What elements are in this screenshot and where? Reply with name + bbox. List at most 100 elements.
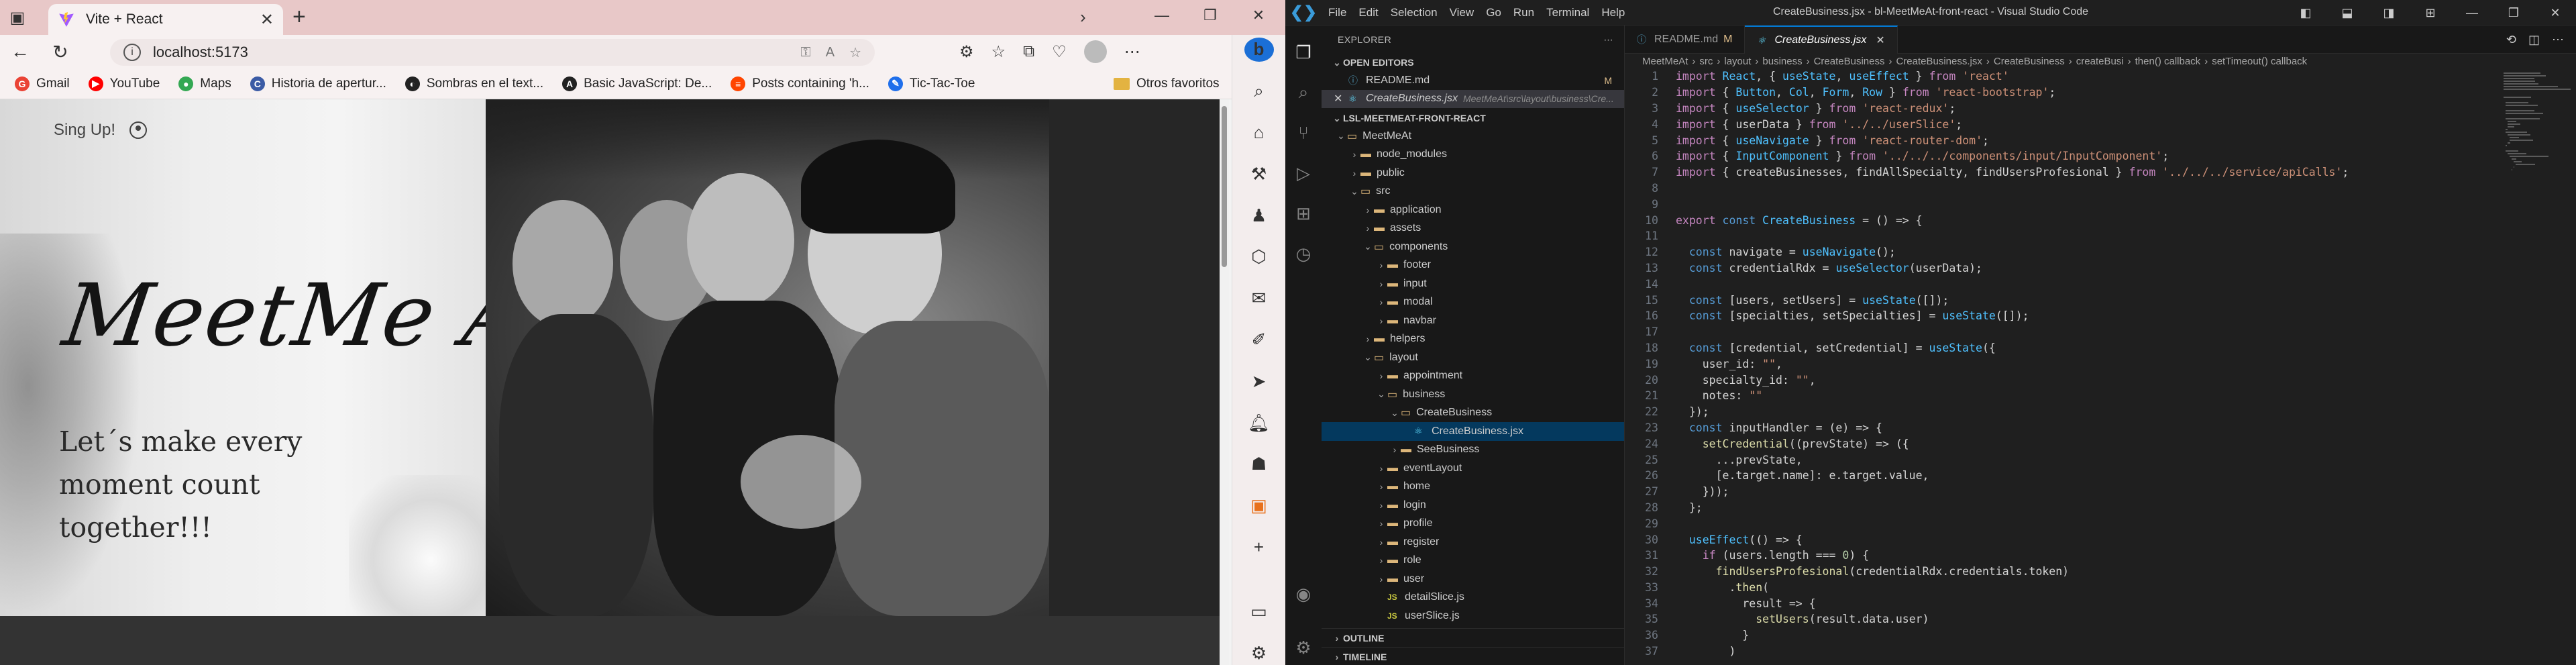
open-changes-icon[interactable]: ⟲ [2506, 33, 2516, 47]
menu-item[interactable]: Run [1513, 6, 1534, 19]
copilot-icon[interactable]: b [1244, 38, 1274, 62]
code-line[interactable]: 6 import { InputComponent } from '../../.… [1625, 148, 2497, 164]
code-line[interactable]: 8 [1625, 181, 2497, 197]
signup-link[interactable]: Sing Up! [54, 121, 115, 140]
read-aloud-icon[interactable]: A [826, 45, 835, 60]
bookmark-item[interactable]: C Historia de apertur... [250, 76, 386, 91]
profile-avatar[interactable] [1083, 40, 1107, 63]
breadcrumb-item[interactable]: business [1762, 56, 1802, 67]
address-bar[interactable]: i localhost:5173 ⚿ A ☆ [110, 39, 875, 66]
more-menu-icon[interactable]: ⋯ [1124, 42, 1140, 62]
breadcrumb-item[interactable]: createBusi [2076, 56, 2124, 67]
page-scrollbar[interactable] [1220, 99, 1229, 665]
tab-createbusiness[interactable]: ⚛ CreateBusiness.jsx ✕ [1745, 25, 1898, 54]
run-debug-icon[interactable]: ▷ [1297, 160, 1310, 187]
add-favorite-icon[interactable]: ☆ [849, 44, 861, 61]
close-window-icon[interactable]: ✕ [2534, 6, 2576, 20]
tree-folder[interactable]: › ▬ appointment [1322, 367, 1624, 386]
close-editor-icon[interactable]: ✕ [1334, 92, 1348, 105]
bookmark-item[interactable]: ▶ YouTube [88, 76, 160, 91]
search-icon[interactable]: ⌕ [1254, 79, 1264, 103]
code-line[interactable]: 14 [1625, 276, 2497, 292]
favorites-icon[interactable]: ☆ [991, 42, 1006, 62]
code-line[interactable]: 32 findUsersProfesional(credentialRdx.cr… [1625, 564, 2497, 580]
bookmark-item[interactable]: ● Maps [178, 76, 231, 91]
breadcrumb-item[interactable]: CreateBusiness [1814, 56, 1885, 67]
code-line[interactable]: 18 const [credential, setCredential] = u… [1625, 340, 2497, 356]
breadcrumb-item[interactable]: src [1699, 56, 1713, 67]
toggle-panel-icon[interactable]: ⬓ [2326, 6, 2368, 20]
browser-tab[interactable]: Vite + React ✕ [48, 4, 283, 35]
code-line[interactable]: 13 const credentialRdx = useSelector(use… [1625, 260, 2497, 276]
minimize-icon[interactable]: — [1138, 0, 1186, 31]
extensions-icon[interactable]: ⊞ [1296, 200, 1311, 227]
code-editor[interactable]: 1 import React, { useState, useEffect } f… [1625, 68, 2497, 665]
tools-icon[interactable]: ⚒ [1251, 162, 1267, 186]
split-editor-icon[interactable]: ◫ [2528, 33, 2540, 47]
extensions-icon[interactable]: ⚙ [959, 42, 974, 62]
tree-file[interactable]: JS userSlice.js [1322, 607, 1624, 625]
tree-folder[interactable]: › ▬ helpers [1322, 330, 1624, 349]
code-line[interactable]: 9 [1625, 196, 2497, 212]
outlook-icon[interactable]: ✉ [1252, 287, 1267, 311]
tree-folder[interactable]: › ▬ SeeBusiness [1322, 441, 1624, 460]
code-line[interactable]: 16 const [specialties, setSpecialties] =… [1625, 308, 2497, 324]
bookmark-item[interactable]: ≡ Posts containing 'h... [731, 76, 869, 91]
menu-item[interactable]: Terminal [1546, 6, 1589, 19]
code-line[interactable]: 3 import { useSelector } from 'react-redu… [1625, 101, 2497, 117]
tree-folder[interactable]: › ▬ public [1322, 164, 1624, 183]
key-icon[interactable]: ⚿ [800, 45, 810, 60]
breadcrumb-item[interactable]: CreateBusiness.jsx [1896, 56, 1982, 67]
split-screen-icon[interactable]: ▭ [1250, 599, 1267, 623]
bookmarks-overflow-icon[interactable]: › [1080, 7, 1086, 28]
timeline-section[interactable]: › TIMELINE [1322, 647, 1625, 665]
menu-item[interactable]: View [1450, 6, 1474, 19]
search-icon[interactable]: ⌕ [1299, 79, 1309, 106]
code-line[interactable]: 30 useEffect(() => { [1625, 531, 2497, 548]
other-bookmarks[interactable]: Otros favoritos [1114, 68, 1220, 99]
menu-item[interactable]: Go [1486, 6, 1501, 19]
tree-folder[interactable]: › ▬ home [1322, 478, 1624, 497]
sidebar-settings-icon[interactable]: ⚙ [1251, 641, 1267, 665]
code-line[interactable]: 29 [1625, 515, 2497, 531]
tree-folder[interactable]: › ▬ footer [1322, 256, 1624, 275]
code-line[interactable]: 23 const inputHandler = (e) => { [1625, 420, 2497, 436]
tree-folder[interactable]: › ▬ register [1322, 533, 1624, 552]
breadcrumb-item[interactable]: setTimeout() callback [2212, 56, 2307, 67]
menu-item[interactable]: File [1328, 6, 1346, 19]
minimize-icon[interactable]: — [2451, 6, 2493, 20]
scroll-thumb[interactable] [1222, 106, 1227, 267]
site-info-icon[interactable]: i [123, 44, 141, 61]
code-line[interactable]: 27 })); [1625, 484, 2497, 500]
code-line[interactable]: 15 const [users, setUsers] = useState([]… [1625, 292, 2497, 308]
toggle-secondary-sidebar-icon[interactable]: ◨ [2368, 6, 2410, 20]
close-tab-icon[interactable]: ✕ [1876, 34, 1884, 47]
customize-layout-icon[interactable]: ⊞ [2410, 6, 2451, 20]
notifications-icon[interactable]: 🔔︎ [1248, 411, 1270, 435]
breadcrumb-item[interactable]: layout [1724, 56, 1751, 67]
code-line[interactable]: 36 } [1625, 627, 2497, 644]
code-line[interactable]: 21 notes: "" [1625, 388, 2497, 404]
open-editors-section[interactable]: ⌄ OPEN EDITORS [1322, 54, 1624, 71]
microsoft365-icon[interactable]: ⬡ [1251, 245, 1267, 269]
tree-folder[interactable]: › ▬ assets [1322, 219, 1624, 238]
source-control-icon[interactable]: ⑂ [1298, 119, 1309, 146]
code-line[interactable]: 35 setUsers(result.data.user) [1625, 611, 2497, 627]
code-line[interactable]: 1 import React, { useState, useEffect } f… [1625, 68, 2497, 85]
code-line[interactable]: 26 [e.target.name]: e.target.value, [1625, 468, 2497, 484]
tree-folder[interactable]: ⌄ ▭ layout [1322, 348, 1624, 367]
tab-readme[interactable]: ⓘ README.md M [1625, 25, 1746, 54]
code-line[interactable]: 25 ...prevState, [1625, 452, 2497, 468]
tree-folder[interactable]: › ▬ application [1322, 201, 1624, 219]
code-line[interactable]: 2 import { Button, Col, Form, Row } from … [1625, 85, 2497, 101]
code-line[interactable]: 24 setCredential((prevState) => ({ [1625, 436, 2497, 452]
menu-item[interactable]: Edit [1358, 6, 1378, 19]
tree-folder[interactable]: › ▬ node_modules [1322, 146, 1624, 164]
tree-folder[interactable]: › ▬ role [1322, 552, 1624, 570]
explorer-more-icon[interactable]: ⋯ [1604, 34, 1614, 46]
code-line[interactable]: 7 import { createBusinesses, findAllSpeci… [1625, 164, 2497, 181]
tree-folder[interactable]: ⌄ ▭ business [1322, 385, 1624, 404]
restore-icon[interactable]: ❐ [2493, 6, 2534, 20]
tab-actions-icon[interactable]: ▣ [0, 0, 35, 35]
tree-folder[interactable]: › ▬ navbar [1322, 311, 1624, 330]
